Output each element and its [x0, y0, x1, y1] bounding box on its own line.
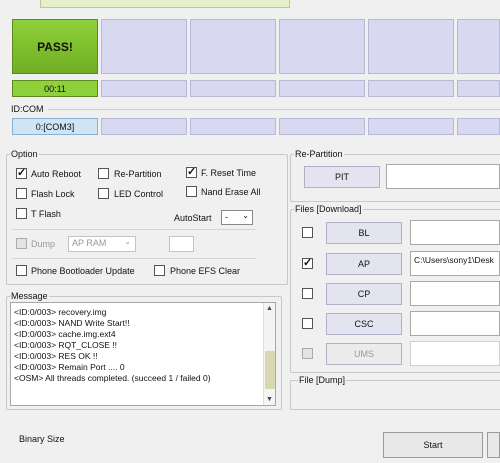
autostart-value: - — [225, 212, 228, 222]
timer-slot-6 — [457, 80, 500, 97]
binary-size-label: Binary Size — [19, 434, 65, 444]
option-divider-2 — [12, 258, 256, 259]
timer-slot-5 — [368, 80, 454, 97]
cp-path-field[interactable] — [410, 281, 500, 306]
reset-button[interactable] — [487, 432, 500, 458]
phone-efs-clear-checkbox[interactable] — [154, 265, 165, 276]
led-control-checkbox[interactable] — [98, 188, 109, 199]
dump-source-select[interactable]: AP RAM ⌄ — [68, 236, 136, 252]
nand-erase-all-label: Nand Erase All — [201, 187, 261, 197]
port-slot-4 — [279, 19, 365, 74]
t-flash-label: T Flash — [31, 209, 61, 219]
elapsed-time: 00:11 — [12, 80, 98, 97]
bl-checkbox[interactable] — [302, 227, 313, 238]
com-port-slot-3 — [190, 118, 276, 135]
cp-checkbox[interactable] — [302, 288, 313, 299]
pit-button[interactable]: PIT — [304, 166, 380, 188]
port-slot-6 — [457, 19, 500, 74]
ums-button[interactable]: UMS — [326, 343, 402, 365]
com-port-slot-6 — [457, 118, 500, 135]
message-line: <ID:0/003> recovery.img — [14, 307, 107, 317]
chevron-down-icon: ⌄ — [124, 237, 131, 246]
ap-path-field[interactable]: C:\Users\sony1\Desk — [410, 251, 500, 276]
start-button[interactable]: Start — [383, 432, 483, 458]
ap-button[interactable]: AP — [326, 253, 402, 275]
dump-title: File [Dump] — [298, 375, 347, 385]
f-reset-time-label: F. Reset Time — [201, 168, 257, 178]
message-line: <ID:0/003> cache.img.ext4 — [14, 329, 116, 339]
ums-checkbox[interactable] — [302, 348, 313, 359]
timer-slot-4 — [279, 80, 365, 97]
port-slot-3 — [190, 19, 276, 74]
autostart-label: AutoStart — [174, 213, 212, 223]
re-partition-checkbox[interactable] — [98, 168, 109, 179]
files-title: Files [Download] — [294, 204, 363, 214]
scroll-up-icon[interactable]: ▲ — [266, 305, 273, 312]
message-line: <OSM> All threads completed. (succeed 1 … — [14, 373, 211, 383]
port-slot-5 — [368, 19, 454, 74]
com-port-slot-2 — [101, 118, 187, 135]
dump-checkbox[interactable] — [16, 238, 27, 249]
bl-button[interactable]: BL — [326, 222, 402, 244]
option-title: Option — [10, 149, 39, 159]
nand-erase-all-checkbox[interactable] — [186, 186, 197, 197]
phone-efs-clear-label: Phone EFS Clear — [170, 266, 241, 276]
com-port-slot-5 — [368, 118, 454, 135]
auto-reboot-checkbox[interactable] — [16, 166, 27, 179]
csc-button[interactable]: CSC — [326, 313, 402, 335]
timer-slot-2 — [101, 80, 187, 97]
id-com-divider — [48, 109, 500, 110]
chevron-down-icon: ⌄ — [242, 211, 249, 220]
com-port-slot-1: 0:[COM3] — [12, 118, 98, 135]
port-slot-2 — [101, 19, 187, 74]
dump-label: Dump — [31, 239, 56, 249]
bl-path-field[interactable] — [410, 220, 500, 245]
re-partition-label: Re-Partition — [114, 169, 162, 179]
autostart-select[interactable]: - ⌄ — [221, 210, 253, 225]
flash-lock-label: Flash Lock — [31, 189, 75, 199]
message-line: <ID:0/003> RQT_CLOSE !! — [14, 340, 117, 350]
ums-path-field[interactable] — [410, 341, 500, 366]
scroll-down-icon[interactable]: ▼ — [266, 396, 273, 403]
message-log[interactable]: <ID:0/003> recovery.img <ID:0/003> NAND … — [10, 302, 276, 406]
cp-button[interactable]: CP — [326, 283, 402, 305]
phone-bootloader-update-label: Phone Bootloader Update — [31, 266, 135, 276]
f-reset-time-checkbox[interactable] — [186, 165, 197, 178]
message-line: <ID:0/003> RES OK !! — [14, 351, 98, 361]
t-flash-checkbox[interactable] — [16, 208, 27, 219]
id-com-label: ID:COM — [11, 104, 44, 114]
scrollbar-thumb[interactable] — [265, 351, 275, 389]
pass-status: PASS! — [12, 19, 98, 74]
auto-reboot-label: Auto Reboot — [31, 169, 82, 179]
dump-port-field[interactable] — [169, 236, 194, 252]
message-title: Message — [10, 291, 49, 301]
dump-source-value: AP RAM — [72, 238, 107, 248]
message-line: <ID:0/003> NAND Write Start!! — [14, 318, 130, 328]
message-line: <ID:0/003> Remain Port .... 0 — [14, 362, 125, 372]
flash-lock-checkbox[interactable] — [16, 188, 27, 199]
com-port-slot-4 — [279, 118, 365, 135]
ap-checkbox[interactable] — [302, 256, 313, 269]
repartition-title: Re-Partition — [294, 149, 344, 159]
message-scrollbar[interactable]: ▲ ▼ — [263, 303, 275, 405]
timer-slot-3 — [190, 80, 276, 97]
phone-bootloader-update-checkbox[interactable] — [16, 265, 27, 276]
pit-path-field[interactable] — [386, 164, 500, 189]
top-banner — [40, 0, 290, 8]
led-control-label: LED Control — [114, 189, 164, 199]
csc-checkbox[interactable] — [302, 318, 313, 329]
csc-path-field[interactable] — [410, 311, 500, 336]
option-divider-1 — [12, 229, 256, 230]
